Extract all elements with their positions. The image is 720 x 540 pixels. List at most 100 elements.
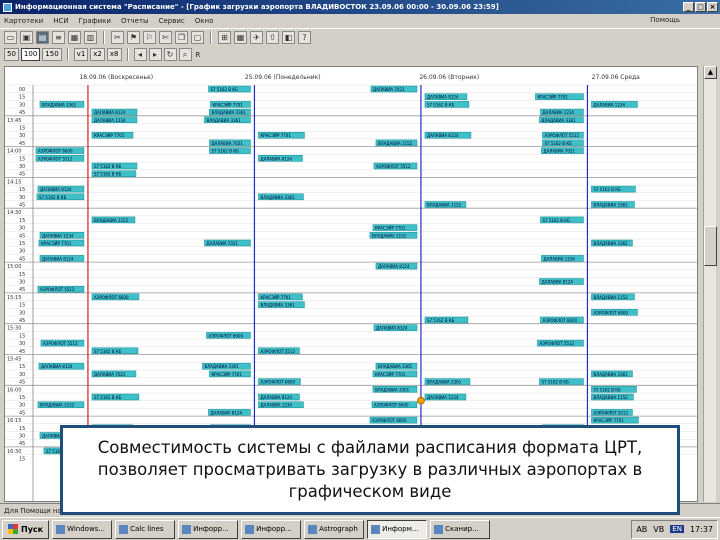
flight-label: ДАЛАВИА 1234 [427, 395, 459, 400]
menu-item-reports[interactable]: Отчеты [121, 17, 149, 25]
flight-label: ВЛАДАВИА 3361 [541, 118, 576, 123]
scale-x8-button[interactable]: x8 [106, 48, 122, 61]
tools-icon[interactable]: ✂ [111, 30, 124, 44]
time-label: 45 [19, 141, 25, 147]
flight-label: ВЛАДАВИА 3361 [593, 372, 628, 377]
scale-v1-button[interactable]: v1 [73, 48, 89, 61]
window-icon [308, 524, 318, 534]
flight-label: S7 5162 В КБ [542, 218, 570, 223]
taskbar-button-label: Инфорр... [193, 524, 229, 533]
save-icon[interactable]: ▣ [20, 30, 33, 44]
time-label: 30 [19, 249, 25, 255]
start-button[interactable]: Пуск [2, 519, 50, 539]
flight-label: КРАСЭЙР 7701 [375, 372, 406, 377]
time-label: 00 [19, 87, 25, 93]
time-label: 16:00 [7, 387, 21, 393]
slide-caption: Совместимость системы с файлами расписан… [60, 425, 680, 515]
time-label: 15:15 [7, 295, 21, 301]
plane-icon[interactable]: ✈ [250, 30, 263, 44]
window-title: Информационная система "Расписание" - [Г… [15, 3, 499, 11]
taskbar-button-active[interactable]: Информ... [367, 519, 428, 539]
flight-label: ДАЛАВИА 1234 [543, 256, 575, 261]
flight-label: АЭРОФЛОТ 5512 [593, 410, 628, 415]
time-label: 15 [19, 218, 25, 224]
window-icon [371, 524, 381, 534]
find-icon[interactable]: ⌕ [178, 48, 192, 61]
mode-label[interactable]: R [194, 51, 203, 59]
vertical-scrollbar[interactable]: ▲ [703, 66, 717, 502]
tray-item[interactable]: AB [636, 525, 647, 534]
taskbar-button-label: Инфорр... [256, 524, 292, 533]
menu-item-charts[interactable]: Графики [79, 17, 111, 25]
flag-alt-icon[interactable]: ⚐ [143, 30, 156, 44]
menu-item-nsi[interactable]: НСИ [53, 17, 68, 25]
taskbar-button[interactable]: Инфорр... [241, 519, 302, 539]
maximize-button[interactable]: □ [695, 2, 706, 12]
language-indicator[interactable]: EN [670, 525, 684, 533]
list-icon[interactable]: ≡ [52, 30, 65, 44]
taskbar-button-label: Информ... [382, 524, 419, 533]
taskbar-button[interactable]: Windows... [52, 519, 113, 539]
scroll-thumb[interactable] [704, 226, 717, 266]
chart-icon[interactable]: ◧ [282, 30, 295, 44]
taskbar-button[interactable]: Инфорр... [178, 519, 239, 539]
time-label: 30 [19, 102, 25, 108]
flight-label: S7 5162 В КБ [427, 318, 455, 323]
flight-label: ВЛАДАВИА 3361 [211, 110, 246, 115]
help-icon[interactable]: ? [298, 30, 311, 44]
menu-item-cards[interactable]: Картотеки [4, 17, 43, 25]
zoom-50-button[interactable]: 50 [4, 48, 19, 61]
scale-x2-button[interactable]: x2 [90, 48, 105, 61]
caption-text: Совместимость системы с файлами расписан… [97, 438, 643, 501]
flight-label: ДАЛАВИА 7021 [206, 241, 238, 246]
flight-label: S7 5162 В КБ [427, 102, 455, 107]
flight-label: S7 5162 В КБ [541, 380, 569, 385]
new-icon[interactable]: ▭ [4, 30, 17, 44]
time-label: 14:30 [7, 210, 21, 216]
flight-label: S7 5162 В КБ [39, 195, 67, 200]
time-label: 30 [19, 403, 25, 409]
menu-item-service[interactable]: Сервис [159, 17, 185, 25]
flag-icon[interactable]: ⚑ [127, 30, 140, 44]
zoom-150-button[interactable]: 150 [42, 48, 62, 61]
time-label: 30 [19, 226, 25, 232]
table-icon[interactable]: ▥ [84, 30, 97, 44]
flight-label: АЭРОФЛОТ 5512 [40, 287, 75, 292]
tray-item[interactable]: VB [653, 525, 664, 534]
taskbar-button[interactable]: Calc lines [115, 519, 176, 539]
time-label: 30 [19, 164, 25, 170]
toolbar-separator [210, 30, 212, 44]
flight-label: АЭРОФЛОТ 6600 [372, 418, 407, 423]
menu-item-window[interactable]: Окно [195, 17, 214, 25]
arrow-right-icon[interactable]: ▸ [148, 48, 162, 61]
time-label: 14:00 [7, 149, 21, 155]
flight-label: ВЛАДАВИА 3361 [593, 203, 628, 208]
minimize-button[interactable]: _ [683, 2, 694, 12]
scroll-up-icon[interactable]: ▲ [704, 66, 717, 79]
close-button[interactable]: × [707, 2, 718, 12]
flight-label: ДАЛАВИА 7021 [373, 87, 405, 92]
menu-bar: Картотеки НСИ Графики Отчеты Сервис Окно… [0, 14, 720, 27]
print-icon[interactable]: ▤ [36, 30, 49, 44]
taskbar-button[interactable]: Astrograph [304, 519, 365, 539]
export-icon[interactable]: ⇧ [266, 30, 279, 44]
flight-label: ВЛАДАВИА 3361 [260, 303, 295, 308]
flight-label: ДАЛАВИА 8124 [210, 410, 242, 415]
cut-icon[interactable]: ✄ [159, 30, 172, 44]
time-label: 45 [19, 256, 25, 262]
flight-label: ВЛАДАВИА 1152 [94, 218, 129, 223]
calendar-icon[interactable]: ▦ [234, 30, 247, 44]
time-label: 15 [19, 333, 25, 339]
grid-icon[interactable]: ▦ [68, 30, 81, 44]
flight-label: КРАСЭЙР 7701 [41, 241, 72, 246]
time-label: 15 [19, 303, 25, 309]
filter-icon[interactable]: ⊞ [218, 30, 231, 44]
paste-icon[interactable]: ▢ [191, 30, 204, 44]
taskbar-button[interactable]: Сканир... [430, 519, 491, 539]
arrow-left-icon[interactable]: ◂ [133, 48, 147, 61]
menu-item-help[interactable]: Помощь [650, 16, 680, 24]
copy-icon[interactable]: ❐ [175, 30, 188, 44]
time-label: 16:30 [7, 449, 21, 455]
refresh-icon[interactable]: ↻ [163, 48, 177, 61]
zoom-100-button[interactable]: 100 [20, 48, 41, 61]
